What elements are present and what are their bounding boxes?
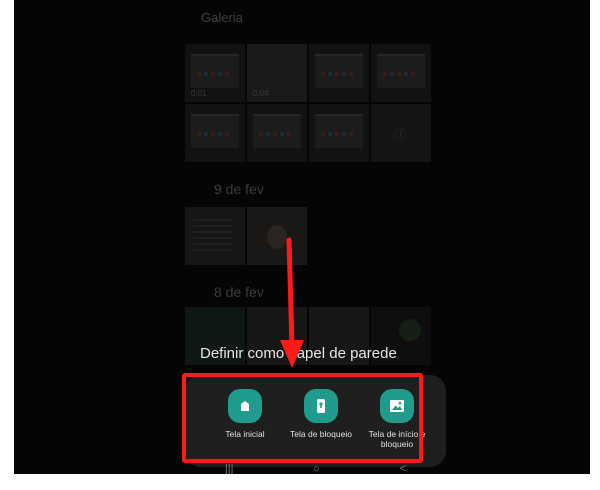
photo-thumbnail[interactable] xyxy=(247,207,307,265)
photo-thumbnail[interactable] xyxy=(247,104,307,162)
sheet-title: Definir como papel de parede xyxy=(200,345,397,362)
photo-thumbnail[interactable]: 0:01 xyxy=(185,44,245,102)
home-nav-icon[interactable]: ○ xyxy=(313,463,320,474)
photo-thumbnail[interactable]: 0:04 xyxy=(247,44,307,102)
navigation-bar: ||| ○ < xyxy=(185,462,446,474)
highlight-box xyxy=(182,373,423,463)
photo-thumbnail[interactable]: ⓘ xyxy=(371,104,431,162)
photo-thumbnail[interactable] xyxy=(185,104,245,162)
info-icon: ⓘ xyxy=(395,129,406,141)
section-date: 9 de fev xyxy=(214,181,264,197)
photo-thumbnail[interactable] xyxy=(309,104,369,162)
photo-thumbnail[interactable] xyxy=(185,207,245,265)
video-duration: 0:01 xyxy=(191,89,207,98)
photo-grid-feb-9 xyxy=(185,207,431,265)
photo-thumbnail[interactable] xyxy=(309,44,369,102)
photo-thumbnail[interactable] xyxy=(371,44,431,102)
video-duration: 0:04 xyxy=(253,89,269,98)
section-date: 8 de fev xyxy=(214,284,264,300)
gallery-title: Galeria xyxy=(201,10,243,25)
photo-grid-recent: 0:01 0:04 ⓘ xyxy=(185,44,431,162)
back-icon[interactable]: < xyxy=(400,463,406,474)
recents-icon[interactable]: ||| xyxy=(225,463,234,474)
